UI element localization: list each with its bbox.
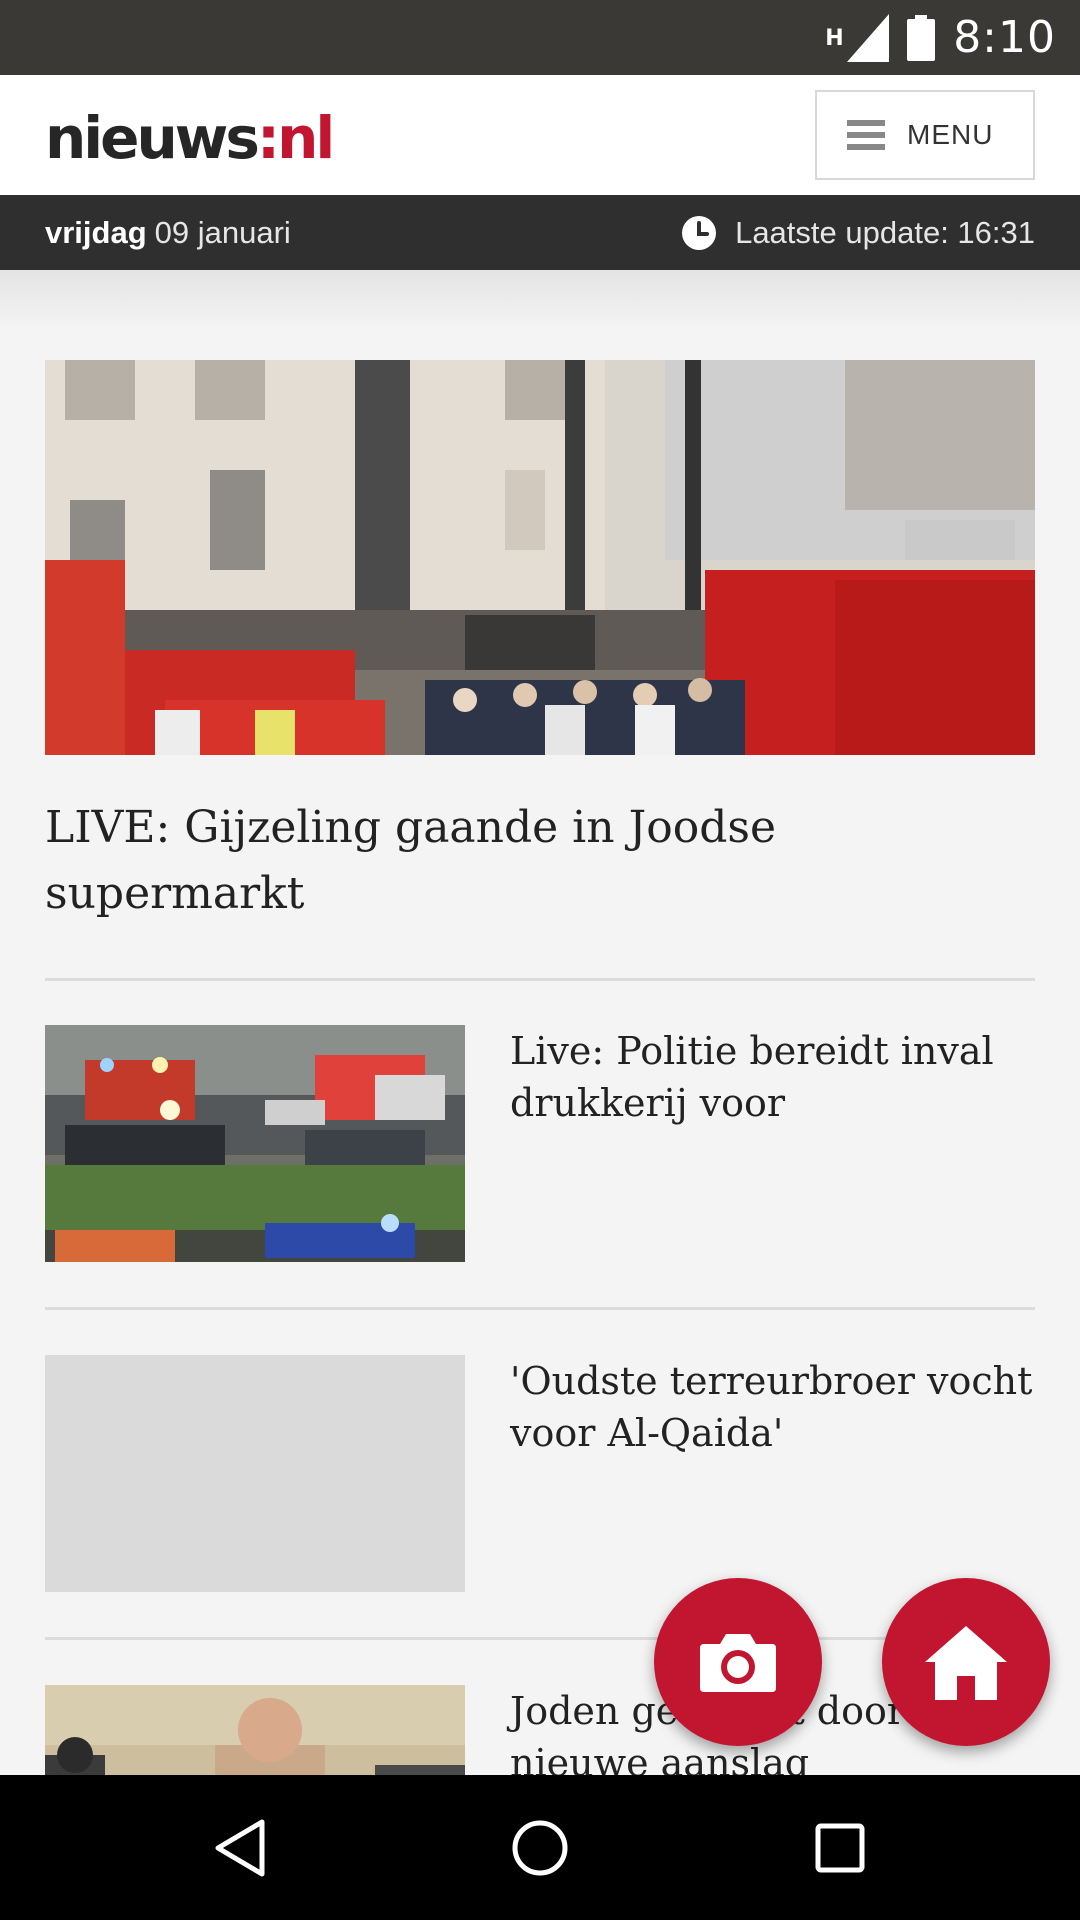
- article-divider: [45, 978, 1035, 981]
- hamburger-icon: [847, 120, 885, 150]
- status-icons: H 8:10: [825, 0, 1056, 75]
- date-bar: vrijdag 09 januari Laatste update: 16:31: [0, 195, 1080, 270]
- home-circle-icon: [512, 1820, 568, 1875]
- logo-text-accent: :nl: [256, 104, 335, 172]
- article-thumbnail[interactable]: [45, 1025, 465, 1262]
- battery-icon: [907, 14, 936, 61]
- back-button[interactable]: [170, 1775, 310, 1920]
- home-nav-button[interactable]: [470, 1775, 610, 1920]
- article-title[interactable]: Live: Politie bereidt inval drukkerij vo…: [510, 1025, 1035, 1129]
- home-icon: [925, 1626, 1007, 1700]
- menu-button[interactable]: MENU: [815, 90, 1035, 180]
- signal-icon: H: [825, 13, 890, 62]
- current-date: vrijdag 09 januari: [45, 195, 291, 270]
- update-label: Laatste update: 16:31: [735, 214, 1035, 250]
- recents-button[interactable]: [770, 1775, 910, 1920]
- article-title[interactable]: 'Oudste terreurbroer vocht voor Al-Qaida…: [510, 1355, 1035, 1459]
- day-name: vrijdag: [45, 214, 147, 250]
- system-nav-bar: [0, 1775, 1080, 1920]
- home-button[interactable]: [882, 1578, 1050, 1746]
- hero-article-image[interactable]: [45, 360, 1035, 755]
- article-thumbnail-placeholder[interactable]: [45, 1355, 465, 1592]
- status-bar: H 8:10: [0, 0, 1080, 75]
- hero-article-title[interactable]: LIVE: Gijzeling gaande in Joodse superma…: [45, 795, 1035, 927]
- status-time: 8:10: [953, 12, 1056, 63]
- site-logo[interactable]: nieuws:nl: [45, 103, 335, 172]
- recents-icon: [815, 1823, 865, 1872]
- article-list[interactable]: LIVE: Gijzeling gaande in Joodse superma…: [0, 270, 1080, 1775]
- menu-label: MENU: [907, 119, 994, 150]
- article-thumbnail[interactable]: [45, 1685, 465, 1775]
- network-type: H: [825, 25, 844, 51]
- clock-icon: [682, 215, 717, 250]
- article-divider: [45, 1307, 1035, 1310]
- camera-icon: [700, 1634, 776, 1692]
- date-value: 09 januari: [154, 214, 291, 250]
- back-icon: [215, 1819, 265, 1876]
- logo-text-main: nieuws: [45, 104, 260, 172]
- site-header: nieuws:nl MENU: [0, 75, 1080, 195]
- camera-button[interactable]: [654, 1578, 822, 1746]
- last-update: Laatste update: 16:31: [681, 195, 1035, 270]
